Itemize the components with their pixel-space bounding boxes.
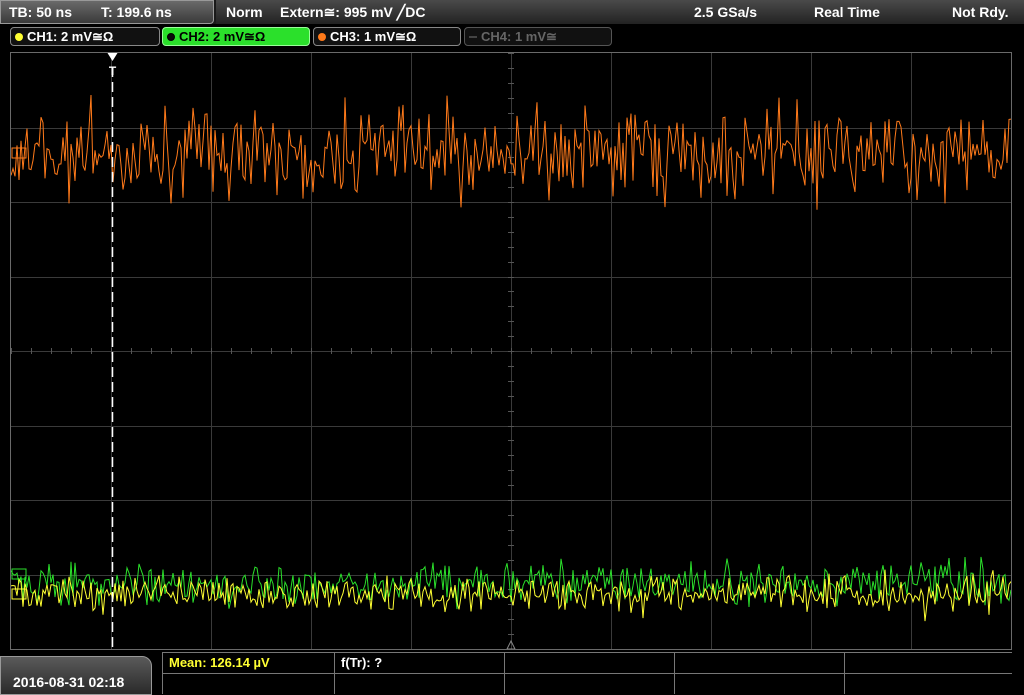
measurement-panel: Mean: 126.14 µV f(Tr): ? <box>162 652 1012 694</box>
ch3-label: CH3: 1 mV≅Ω <box>330 29 417 44</box>
top-status-bar: TB: 50 ns T: 199.6 ns Norm Extern≅: 995 … <box>0 0 1024 24</box>
measurement-mean: Mean: 126.14 µV <box>169 655 270 670</box>
sample-rate: 2.5 GSa/s <box>694 4 758 20</box>
ch1-color-dot <box>15 33 23 41</box>
measurement-empty-cell-1 <box>504 652 674 673</box>
timebase-panel[interactable]: TB: 50 ns T: 199.6 ns <box>0 0 214 24</box>
ch4-color-dot <box>469 36 477 38</box>
waveform-canvas: T <box>11 53 1011 649</box>
measurement-empty-cell-4 <box>162 673 334 694</box>
measurement-empty-cell-5 <box>334 673 504 694</box>
measurement-empty-cell-2 <box>674 652 844 673</box>
trigger-mode: Norm <box>226 4 263 20</box>
trigger-source: Extern≅: 995 mV ╱DC <box>280 4 426 20</box>
channel-tab-ch4[interactable]: CH4: 1 mV≅ <box>464 27 612 46</box>
measurement-frequency-cell[interactable]: f(Tr): ? <box>334 652 504 673</box>
measurement-empty-cell-6 <box>504 673 674 694</box>
acquisition-status-panel[interactable]: Norm Extern≅: 995 mV ╱DC 2.5 GSa/s Real … <box>216 0 1024 24</box>
channel-tab-row: CH1: 2 mV≅Ω CH2: 2 mV≅Ω CH3: 1 mV≅Ω CH4:… <box>0 24 1024 48</box>
acquisition-mode: Real Time <box>814 4 880 20</box>
acquisition-status: Not Rdy. <box>952 4 1009 20</box>
ch2-reference-marker <box>11 568 27 580</box>
datetime-panel: 2016-08-31 02:18 <box>0 656 152 695</box>
timebase-value: TB: 50 ns <box>9 4 73 20</box>
channel-tab-ch3[interactable]: CH3: 1 mV≅Ω <box>313 27 461 46</box>
measurement-empty-cell-3 <box>844 652 1012 673</box>
measurement-empty-cell-7 <box>674 673 844 694</box>
ch3-color-dot <box>318 33 326 41</box>
ch4-label: CH4: 1 mV≅ <box>481 29 557 44</box>
measurement-empty-cell-8 <box>844 673 1012 694</box>
measurement-frequency: f(Tr): ? <box>341 655 383 670</box>
ch2-label: CH2: 2 mV≅Ω <box>179 29 266 44</box>
trigger-position-marker <box>107 53 118 61</box>
channel-tab-ch2[interactable]: CH2: 2 mV≅Ω <box>162 27 310 46</box>
channel-tab-ch1[interactable]: CH1: 2 mV≅Ω <box>10 27 160 46</box>
datetime-value: 2016-08-31 02:18 <box>13 674 125 690</box>
ch2-color-dot <box>167 33 175 41</box>
trigger-marker-label: T <box>109 64 117 78</box>
trigger-time-value: T: 199.6 ns <box>101 4 172 20</box>
ch1-label: CH1: 2 mV≅Ω <box>27 29 114 44</box>
measurement-mean-cell[interactable]: Mean: 126.14 µV <box>162 652 334 673</box>
waveform-display[interactable]: T <box>10 52 1012 650</box>
